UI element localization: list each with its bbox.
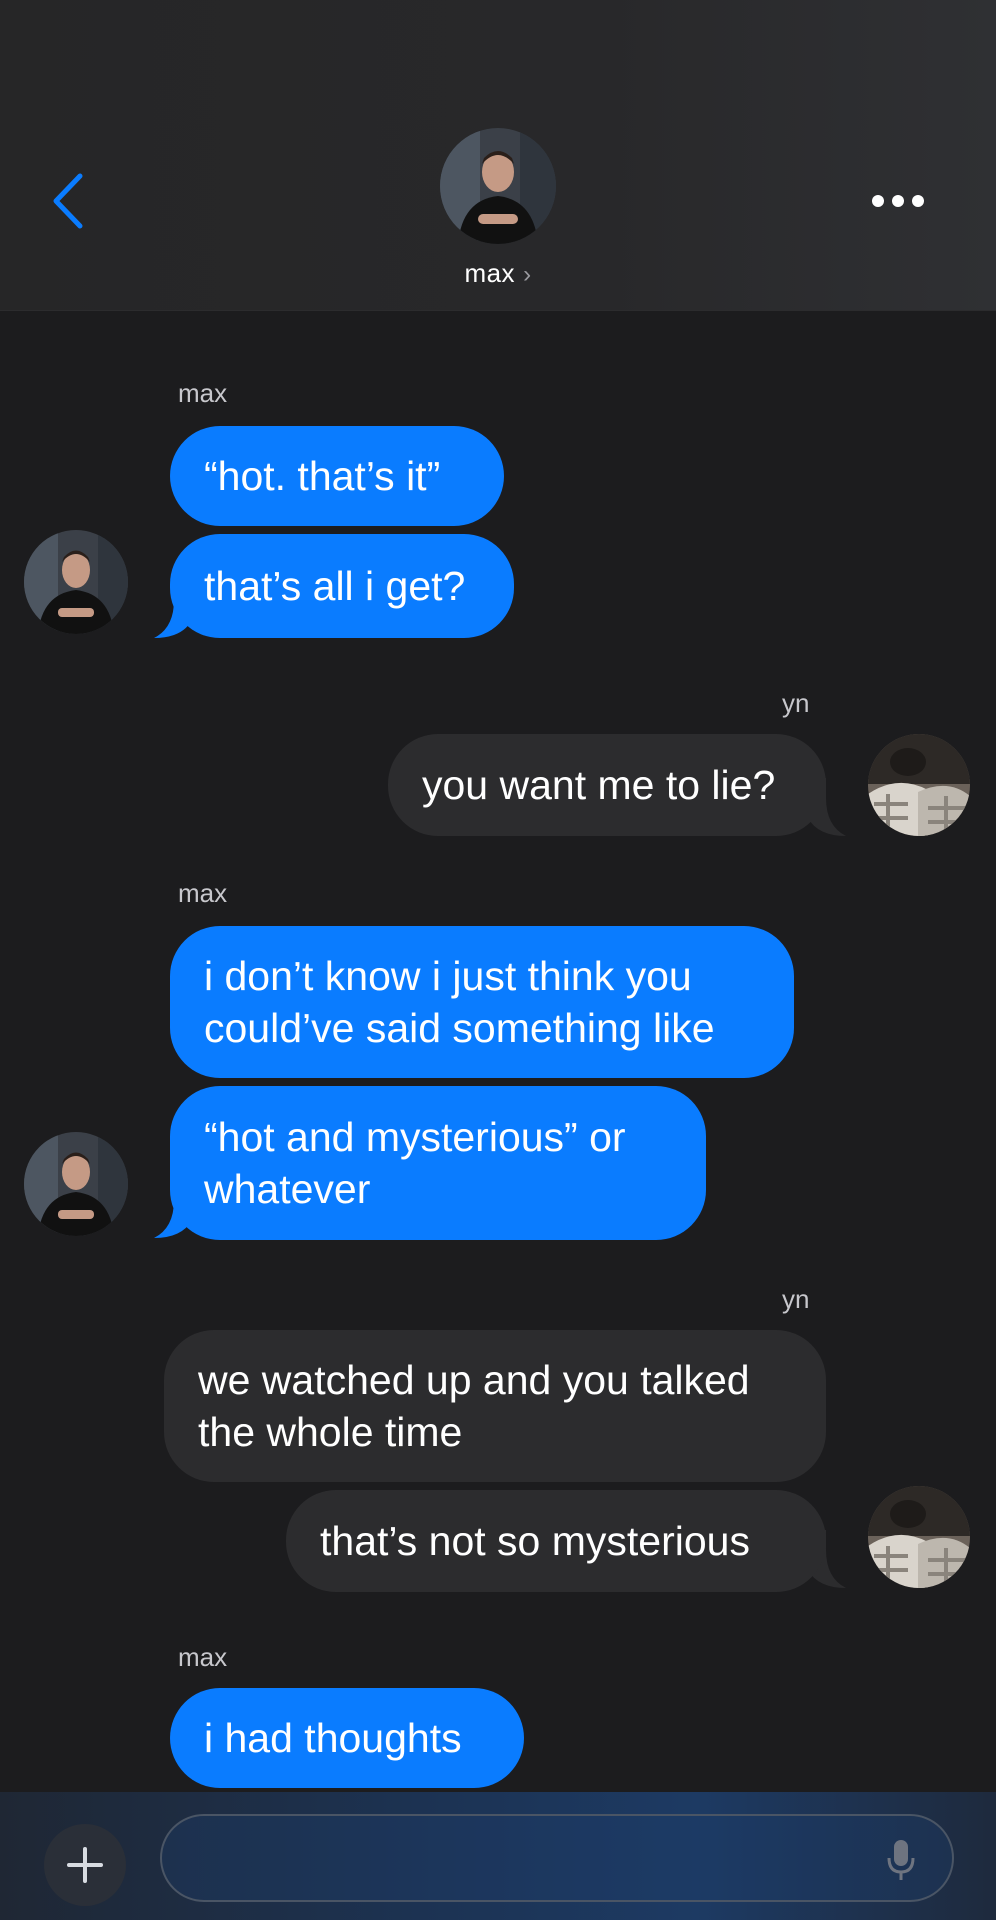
chevron-right-icon: › — [523, 261, 532, 288]
avatar-photo — [440, 128, 556, 244]
sender-label: max — [178, 378, 228, 408]
sender-label: yn — [782, 688, 810, 718]
message-bubble[interactable]: that’s all i get? — [170, 534, 514, 638]
message-bubble[interactable]: “hot and mysterious” or whatever — [170, 1086, 706, 1240]
sender-avatar[interactable] — [868, 734, 970, 836]
avatar-photo — [868, 1486, 970, 1588]
sender-avatar[interactable] — [24, 1132, 128, 1236]
contact-name-button[interactable]: max › — [0, 258, 996, 289]
sender-label: max — [178, 878, 228, 908]
back-button[interactable] — [44, 170, 94, 232]
avatar-photo — [24, 530, 128, 634]
avatar-photo — [24, 1132, 128, 1236]
contact-name: max — [464, 258, 516, 288]
avatar-photo — [868, 734, 970, 836]
message-bubble[interactable]: that’s not so mysterious — [286, 1490, 826, 1592]
sender-avatar[interactable] — [868, 1486, 970, 1588]
chat-screen: max › max “hot. that’s it” that’s all i g… — [0, 0, 996, 1920]
message-composer — [0, 1792, 996, 1920]
message-bubble[interactable]: we watched up and you talked the whole t… — [164, 1330, 826, 1482]
sender-label: max — [178, 1642, 228, 1672]
message-bubble[interactable]: i don’t know i just think you could’ve s… — [170, 926, 794, 1078]
conversation-header: max › — [0, 0, 996, 311]
bubble-tail — [808, 778, 846, 836]
message-bubble[interactable]: i had thoughts — [170, 1688, 524, 1788]
message-bubble[interactable]: “hot. that’s it” — [170, 426, 504, 526]
more-options-button[interactable] — [868, 186, 928, 216]
ellipsis-icon — [872, 195, 924, 207]
add-attachment-button[interactable] — [44, 1824, 126, 1906]
sender-avatar[interactable] — [24, 530, 128, 634]
message-bubble[interactable]: you want me to lie? — [388, 734, 826, 836]
microphone-icon[interactable] — [886, 1838, 916, 1882]
contact-avatar[interactable] — [440, 128, 556, 244]
message-input[interactable] — [160, 1814, 954, 1902]
sender-label: yn — [782, 1284, 810, 1314]
plus-icon — [67, 1847, 103, 1883]
chevron-left-icon — [53, 173, 83, 229]
